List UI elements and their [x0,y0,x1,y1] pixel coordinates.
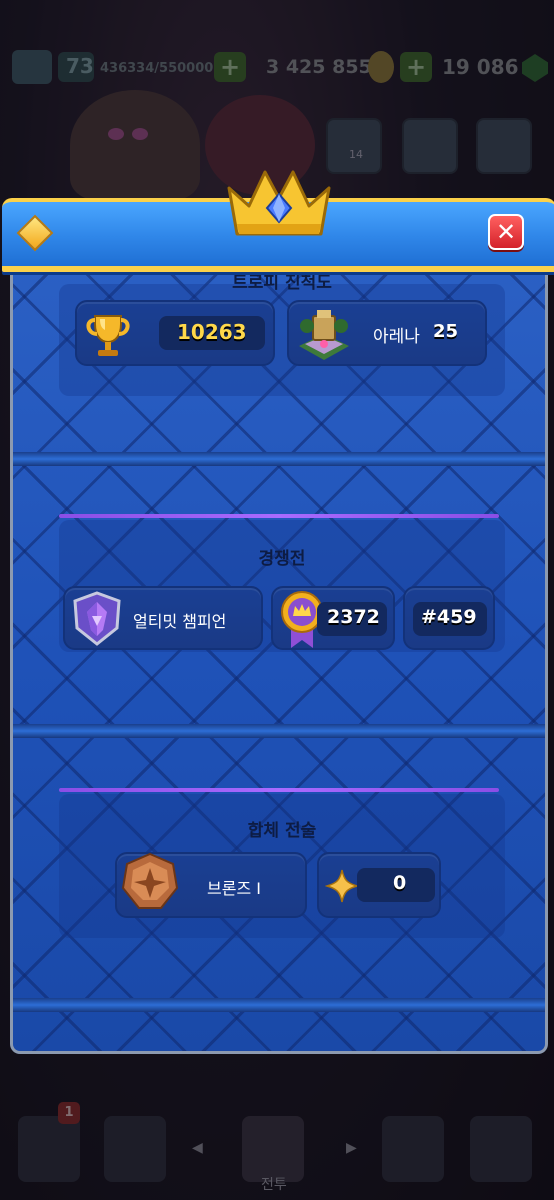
close-icon: ✕ [495,218,517,246]
rating-pill: 2372 [271,586,395,650]
merge-tactics-section: 합체 전술 브론즈 I 0 [13,788,545,1008]
crown-icon [227,170,331,236]
arena-icon [299,310,349,360]
merge-league-name: 브론즈 I [207,879,261,898]
trophy-count-pill: 10263 [75,300,275,366]
rank-pill: #459 [403,586,495,650]
section-divider [13,452,545,466]
arena-number: 25 [433,321,459,342]
rating-value: 2372 [327,606,380,628]
stars-value: 0 [393,872,407,894]
section-divider [13,724,545,738]
modal-body: 트로피 진척도 10263 아레나 25 경쟁전 얼티밋 챔피언 2372 #4… [10,260,548,1054]
ultimate-champion-icon [73,591,121,646]
rank-value: #459 [421,606,477,628]
section-divider [13,998,545,1012]
merge-stars-pill: 0 [317,852,441,918]
arena-label: 아레나 [373,327,420,347]
league-name: 얼티밋 챔피언 [133,612,227,631]
league-pill[interactable]: 얼티밋 챔피언 [63,586,263,650]
ranked-title: 경쟁전 [258,549,306,569]
star-icon [325,869,359,903]
header-diamond-icon [16,214,54,252]
close-button[interactable]: ✕ [488,214,524,250]
merge-tactics-title: 합체 전술 [247,821,317,841]
trophy-icon [86,315,130,356]
bronze-league-icon [121,852,179,909]
arena-pill[interactable]: 아레나 25 [287,300,487,366]
trophy-road-section: 트로피 진척도 10263 아레나 25 [13,260,545,460]
merge-purple-line [59,788,499,792]
trophy-count: 10263 [177,320,247,344]
ranked-purple-line [59,514,499,518]
ranked-section: 경쟁전 얼티밋 챔피언 2372 #459 [13,514,545,730]
merge-league-pill[interactable]: 브론즈 I [115,852,307,918]
progress-modal: 트로피 진척도 10263 아레나 25 경쟁전 얼티밋 챔피언 2372 #4… [2,170,554,1054]
